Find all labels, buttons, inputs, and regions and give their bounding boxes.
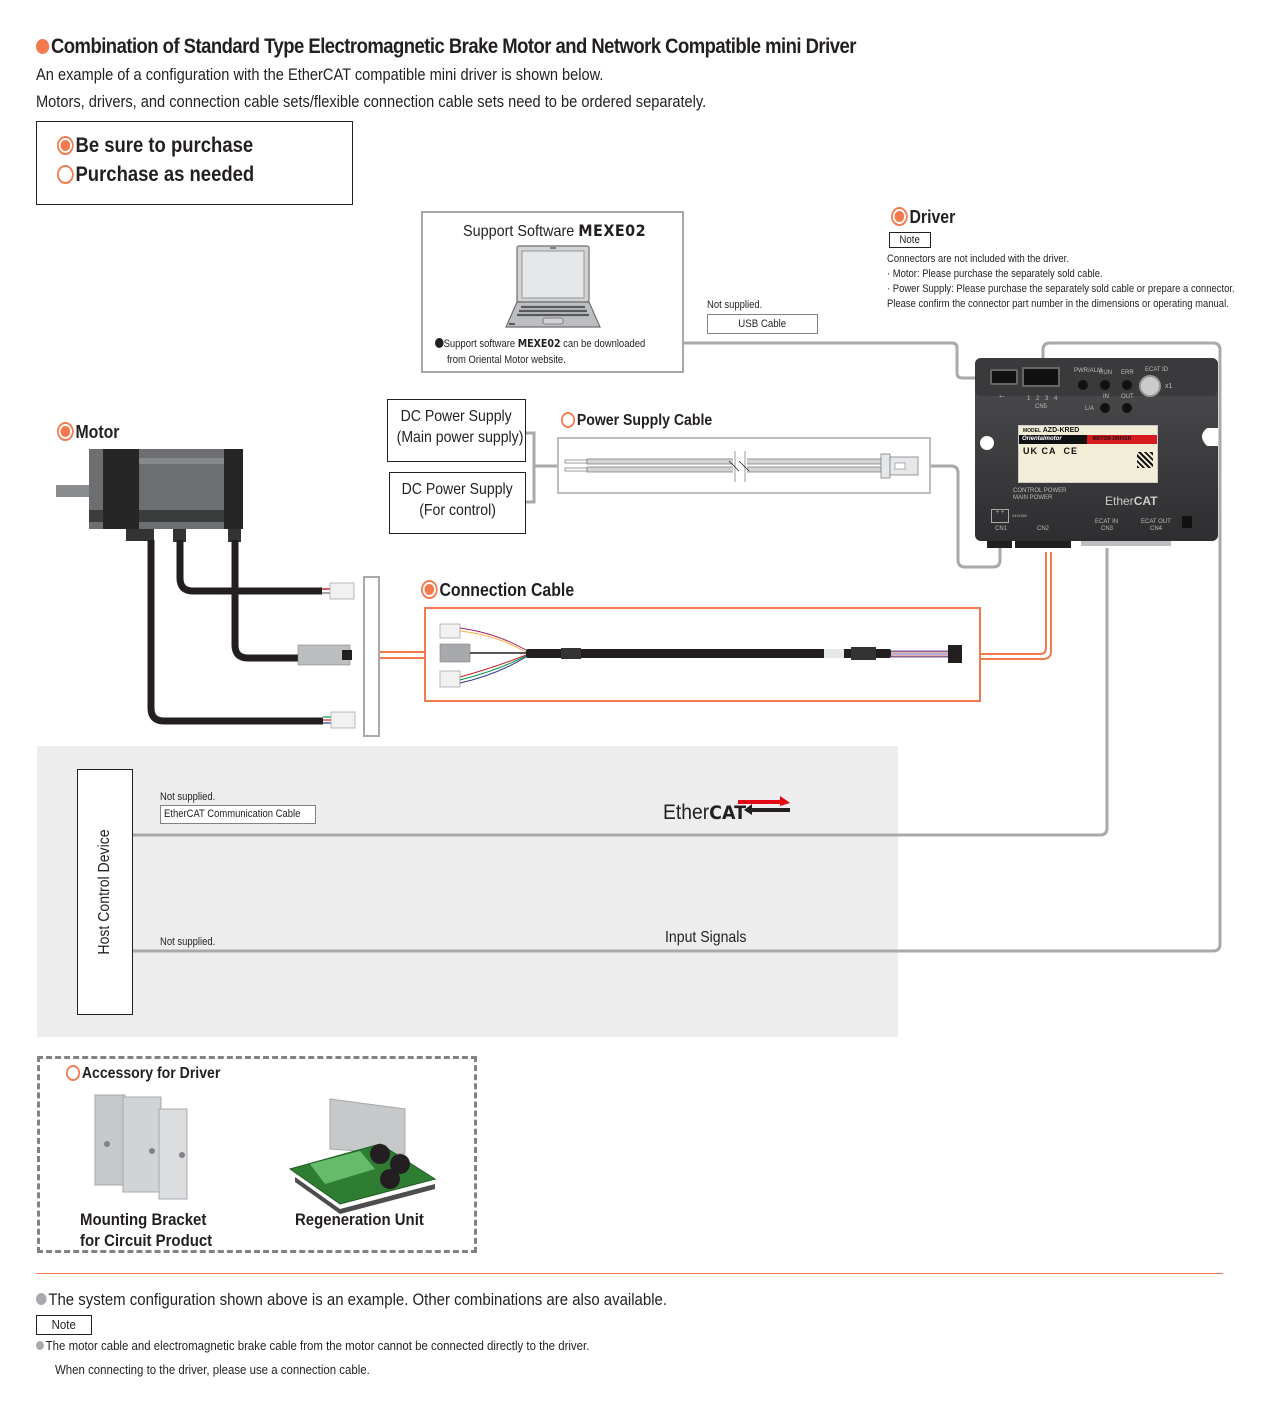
footer-note-2: When connecting to the driver, please us… bbox=[55, 1362, 370, 1377]
footer-note-tag: Note bbox=[36, 1315, 92, 1335]
bullet-icon bbox=[36, 1341, 44, 1350]
footer-divider bbox=[36, 1273, 1223, 1274]
mounting-bracket-caption: Mounting Bracket for Circuit Product bbox=[80, 1210, 213, 1250]
regeneration-unit-icon bbox=[288, 1098, 437, 1214]
signals-supply-note: Not supplied. bbox=[160, 936, 216, 948]
mounting-bracket-icon bbox=[94, 1094, 188, 1200]
input-signals-label: Input Signals bbox=[665, 929, 747, 946]
regeneration-unit-caption: Regeneration Unit bbox=[295, 1210, 424, 1229]
footer-note-1: The motor cable and electromagnetic brak… bbox=[36, 1338, 589, 1353]
footer-example-note: The system configuration shown above is … bbox=[36, 1290, 667, 1310]
accessory-box: Accessory for Driver Mounting Bracket fo… bbox=[37, 1056, 477, 1253]
bullet-icon bbox=[36, 1293, 47, 1305]
